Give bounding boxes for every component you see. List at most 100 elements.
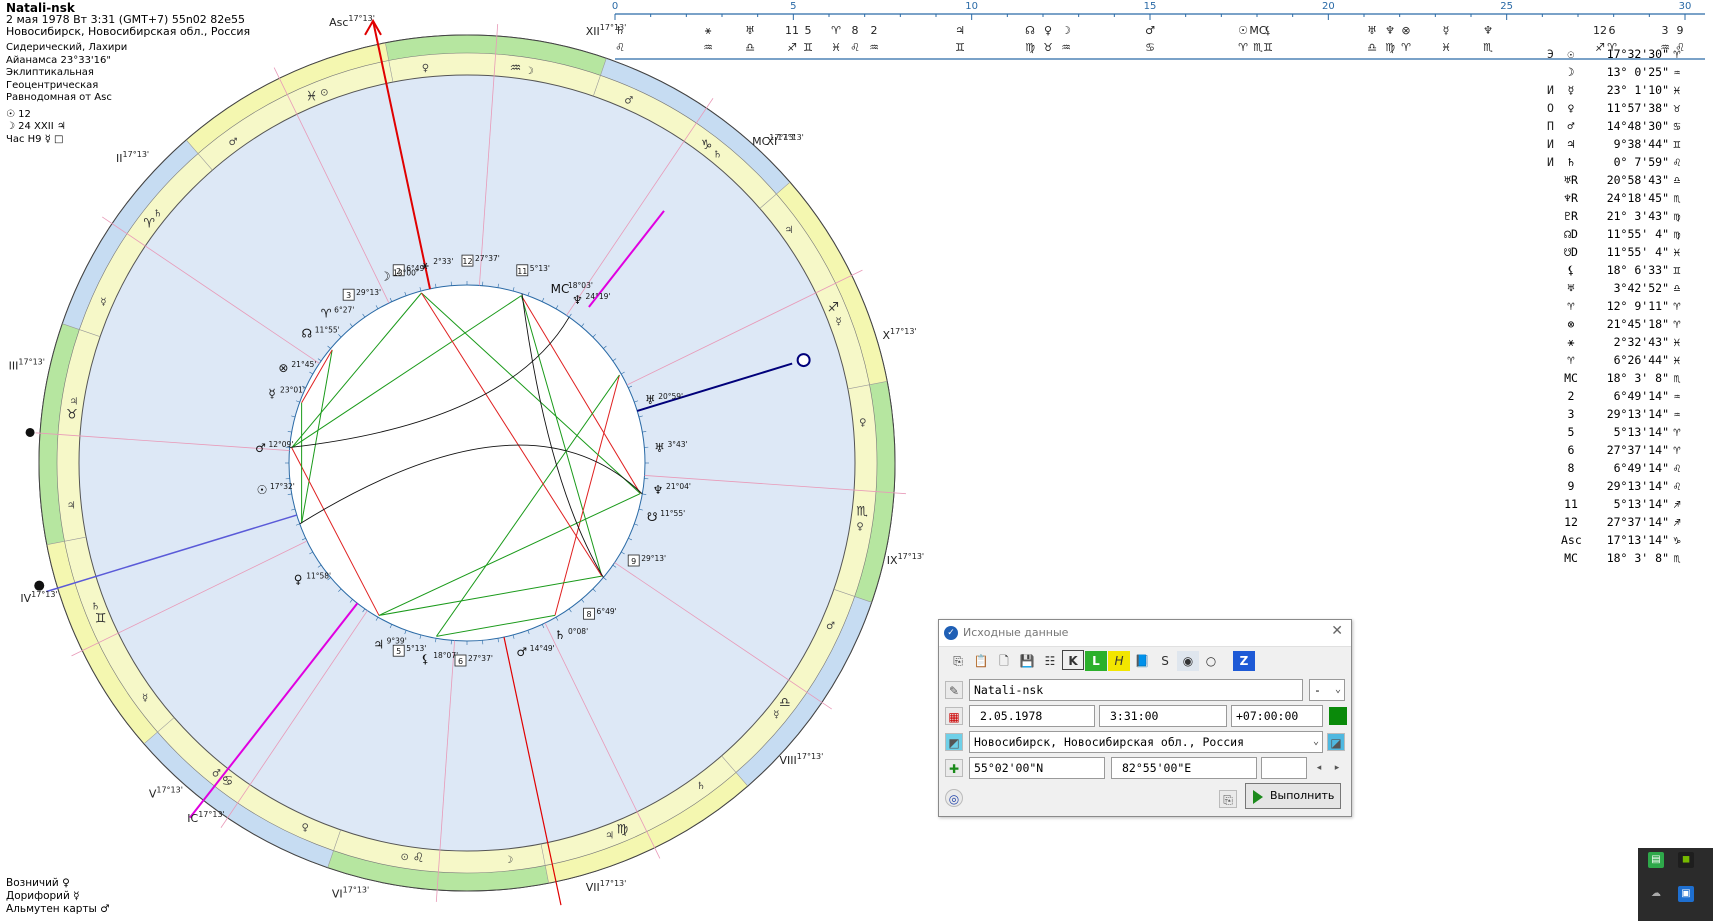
s-icon[interactable]: S [1154,651,1176,671]
coordinates-icon[interactable]: ✚ [945,759,963,777]
svg-text:♆: ♆ [653,483,664,497]
time-input[interactable]: 3:31:00 [1099,705,1227,727]
next-arrow-icon[interactable]: ▸ [1329,759,1345,777]
l-icon[interactable]: L [1085,651,1107,671]
svg-text:⚸: ⚸ [421,652,430,666]
timeline-tick-label: 15 [1144,1,1157,12]
ring-glyph: ♂ [212,768,221,779]
house-label: V17°13' [149,785,183,800]
svg-text:6: 6 [458,657,463,666]
name-icon[interactable]: ✎ [945,681,963,699]
monitor-icon[interactable]: ▣ [1678,886,1694,902]
planet-glyph: ♇R [1564,209,1578,223]
planet-glyph: ♄ [1567,155,1575,169]
dignity-letter: Э [1547,47,1554,61]
svg-text:☽: ☽ [380,270,391,284]
copy-icon[interactable]: ⎘ [1219,790,1237,808]
position-value: 29°13'14" [1606,407,1669,421]
dst-toggle[interactable] [1329,707,1347,725]
name-select[interactable]: - ⌄ [1309,679,1345,701]
app-tray-icon[interactable]: ▤ [1648,852,1664,868]
copy-icon[interactable]: ⎘ [947,651,969,671]
dignity-letter: П [1547,119,1554,133]
svg-text:☊: ☊ [301,326,312,340]
nvidia-icon[interactable]: ◼ [1678,852,1694,868]
h-icon[interactable]: H [1108,651,1130,671]
sign-glyph: ♊ [1673,263,1681,277]
place-input[interactable]: Новосибирск, Новосибирская обл., Россия … [969,731,1323,753]
ring-glyph: ♂ [826,621,835,632]
svg-text:♈: ♈ [321,306,332,320]
svg-text:0°08': 0°08' [568,627,588,636]
k-icon[interactable]: K [1062,650,1084,670]
planet-glyph: ⚹ [1567,335,1575,349]
position-row: MC 18° 3' 8" ♏ [1547,549,1713,567]
dialog-toolbar: ⎘ 📋 🗋 💾 ☷ K L H 📘 S ◉ ○ Z [947,650,1256,671]
planet-glyph: 6 [1567,443,1575,457]
timezone-input[interactable]: +07:00:00 [1231,705,1323,727]
dialog-titlebar[interactable]: ✓ Исходные данные ✕ [939,620,1351,647]
planet-glyph: ♅ [1567,281,1575,295]
svg-text:11°58': 11°58' [306,572,331,581]
zodiac-sign: ♑ [701,138,713,153]
book-icon[interactable]: 📘 [1131,651,1153,671]
date-input[interactable]: 2.05.1978 [969,705,1095,727]
svg-text:⚹: ⚹ [422,258,429,272]
position-value: 18° 3' 8" [1606,551,1669,565]
name-input[interactable]: Natali-nsk [969,679,1303,701]
sign-glyph: ♌ [1673,479,1681,493]
svg-text:2°33': 2°33' [433,257,453,266]
ring-glyph: ♀ [422,63,429,74]
timeline-glyph: 9 [1677,24,1684,37]
sign-glyph: ♉ [1673,101,1681,115]
z-icon[interactable]: Z [1233,651,1255,671]
svg-text:♄: ♄ [555,628,566,642]
position-row: MC 18° 3' 8" ♏ [1547,369,1713,387]
timeline-glyph: 6 [1609,24,1616,37]
map-icon[interactable]: ◩ [945,733,963,751]
circle-icon[interactable]: ○ [1200,651,1222,671]
planet-glyph: MC [1564,551,1578,565]
ring-glyph: ♄ [696,781,705,792]
svg-text:12: 12 [462,257,472,266]
close-icon[interactable]: ✕ [1331,623,1343,639]
dignity-letter: И [1547,137,1554,151]
latitude-input[interactable]: 55°02'00"N [969,757,1105,779]
position-value: 6°49'14" [1613,461,1669,475]
timeline-glyph: 12 [1593,24,1607,37]
settings-icon[interactable]: ◎ [945,789,963,807]
natal-chart-wheel[interactable]: ♉ ♊ ♋ ♌ ♍ ♎ ♏ ♐ ♑ ♒ ♓ ♈ ♃ ♄ ☿ ♂ ♀ ⊙ ☽ ♃ ♄ ☿ ♂ ♀ ♀ ☿ ♃ ♄ ♂ ☽ ♀ ⊙ ♂ ♄ ☿ ♃ XII… [0,0,940,921]
calendar-icon[interactable]: ▦ [945,707,963,725]
dignity-letter: О [1547,101,1554,115]
paste-icon[interactable]: 📋 [970,651,992,671]
sign-glyph: ♈ [1673,299,1681,313]
zodiac-sign: ♊ [95,612,107,627]
table-icon[interactable]: ☷ [1039,651,1061,671]
timeline-glyph: ♀ [1044,24,1052,37]
timeline-glyph: ♉ [1043,41,1053,54]
name-select-value: - [1314,683,1321,697]
extra-input[interactable] [1261,757,1307,779]
zodiac-sign: ♏ [856,505,868,520]
atlas-icon[interactable]: ◪ [1327,733,1345,751]
svg-text:23°01': 23°01' [280,386,305,395]
timeline-glyph: ♈ [1238,41,1248,54]
house-label: IX17°13' [887,552,924,567]
save-icon[interactable]: 💾 [1016,651,1038,671]
prev-arrow-icon[interactable]: ◂ [1311,759,1327,777]
dignity-letter: И [1547,83,1554,97]
new-icon[interactable]: 🗋 [993,651,1015,671]
sign-glyph: ♓ [1673,353,1681,367]
planet-glyph: 12 [1564,515,1578,529]
planet-glyph: 8 [1567,461,1575,475]
dot-circle-icon[interactable]: ◉ [1177,651,1199,671]
position-value: 18° 6'33" [1606,263,1669,277]
source-data-dialog: ✓ Исходные данные ✕ ⎘ 📋 🗋 💾 ☷ K L H 📘 S ◉ ○ Z ✎ Nata… [938,619,1352,817]
svg-text:6°27': 6°27' [334,305,354,314]
position-value: 11°57'38" [1606,101,1669,115]
timeline-glyph: 3 [1662,24,1669,37]
svg-text:9: 9 [631,557,636,566]
cloud-icon[interactable]: ☁ [1648,886,1664,902]
run-button[interactable]: Выполнить [1245,783,1341,809]
longitude-input[interactable]: 82°55'00"E [1111,757,1257,779]
